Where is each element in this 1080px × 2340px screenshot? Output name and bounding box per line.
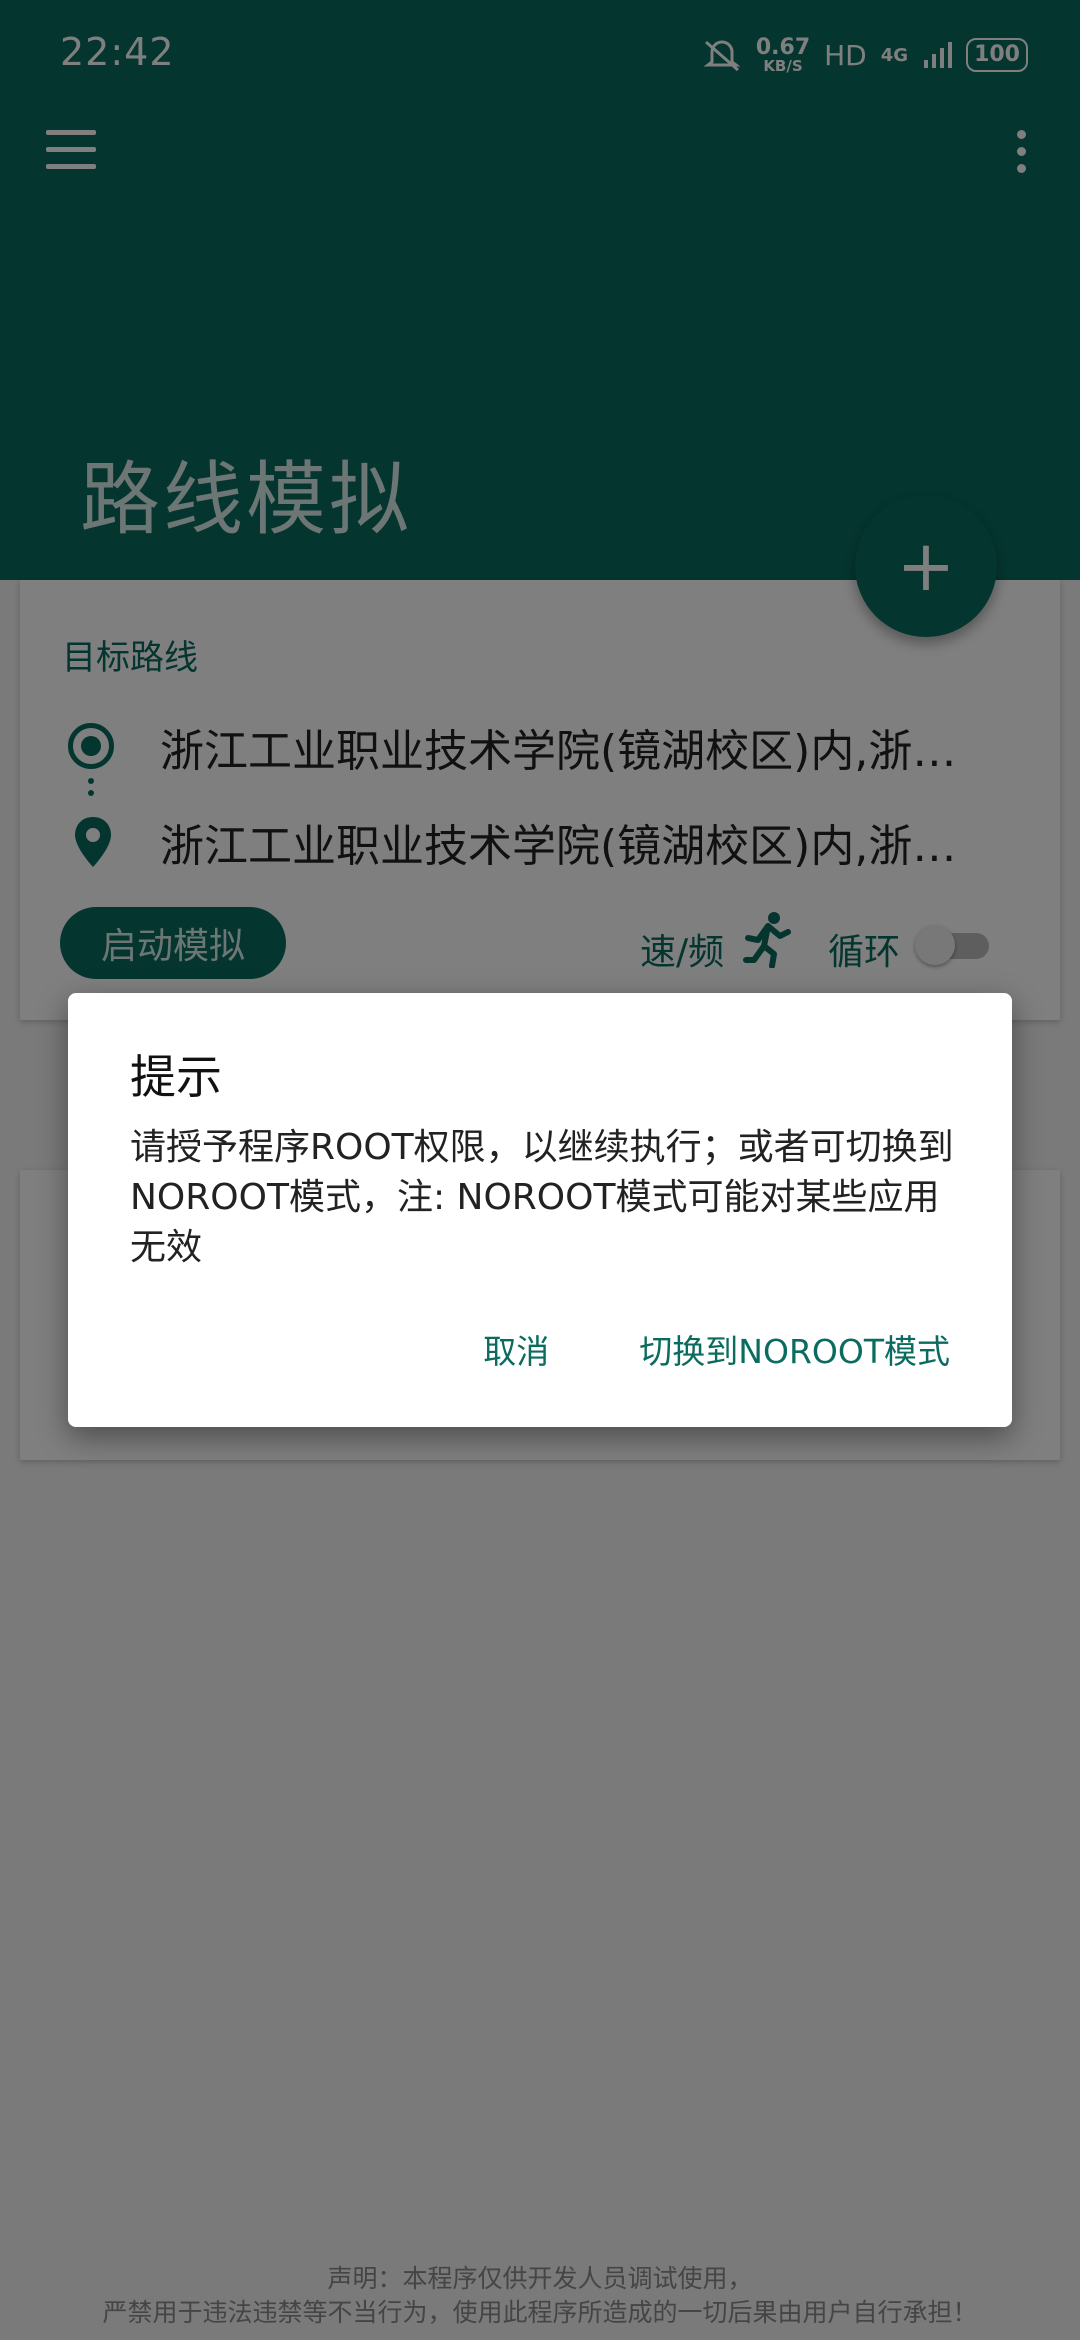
- root-permission-dialog: 提示 请授予程序ROOT权限，以继续执行；或者可切换到NOROOT模式，注: N…: [68, 993, 1012, 1427]
- switch-noroot-button[interactable]: 切换到NOROOT模式: [639, 1325, 950, 1373]
- dialog-actions: 取消 切换到NOROOT模式: [483, 1325, 950, 1373]
- dialog-title: 提示: [130, 1050, 222, 1104]
- cancel-button[interactable]: 取消: [483, 1325, 549, 1373]
- dialog-message: 请授予程序ROOT权限，以继续执行；或者可切换到NOROOT模式，注: NORO…: [130, 1127, 954, 1268]
